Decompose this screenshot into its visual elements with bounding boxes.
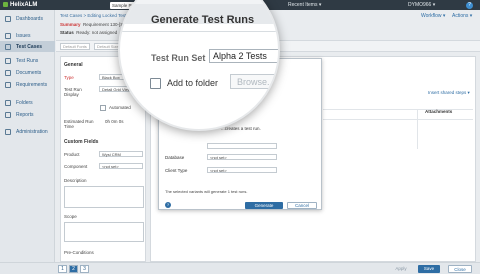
scope-label: Scope — [64, 214, 77, 219]
sidebar-item-folders[interactable]: Folders — [0, 97, 55, 108]
page-button[interactable]: 1 — [58, 265, 67, 273]
sidebar-item-label: Administration — [16, 129, 48, 135]
admin-icon — [5, 129, 11, 135]
dashboard-icon — [5, 16, 11, 22]
general-heading: General — [64, 62, 83, 68]
sidebar-item-label: Test Runs — [16, 58, 39, 64]
apply-button[interactable]: Apply — [392, 265, 410, 273]
requirement-icon — [5, 82, 11, 88]
description-label: Description — [64, 178, 87, 183]
sidebar: Dashboards Issues Test Cases Test Runs D… — [0, 10, 55, 274]
custom-fields-heading: Custom Fields — [64, 139, 99, 145]
sidebar-item-administration[interactable]: Administration — [0, 126, 55, 137]
actions-menu[interactable]: Actions ▾ — [452, 13, 472, 19]
component-select[interactable]: <not set> — [99, 163, 143, 169]
create-note: ...creates a test run. — [221, 126, 261, 131]
sidebar-item-label: Requirements — [16, 82, 48, 88]
sidebar-item-test-runs[interactable]: Test Runs — [0, 55, 55, 66]
automated-label: Automated — [109, 105, 131, 110]
status-label: Status — [60, 29, 74, 35]
grid-line — [323, 119, 473, 120]
browse-button[interactable]: Browse... — [230, 74, 278, 89]
summary-label: Summary — [60, 21, 81, 27]
automated-checkbox[interactable] — [100, 105, 106, 111]
help-icon[interactable]: ? — [466, 1, 473, 9]
test-run-set-select[interactable]: Alpha 2 Tests — [209, 49, 278, 63]
workflow-menu[interactable]: Workflow ▾ — [421, 13, 445, 19]
product-select[interactable]: Wysi CRM — [99, 151, 143, 157]
sidebar-item-label: Issues — [16, 33, 31, 39]
cancel-button[interactable]: Cancel — [287, 202, 317, 209]
component-label: Component — [64, 164, 88, 169]
type-label: Type — [64, 75, 74, 80]
test-case-icon — [5, 44, 11, 50]
app-root: HelixALM Sample Project Recent Items ▾ D… — [0, 0, 480, 274]
description-textarea[interactable] — [64, 186, 144, 208]
footer-note: The selected variants will generate 1 te… — [165, 189, 248, 194]
database-select[interactable]: <not set> — [207, 154, 277, 160]
sidebar-item-dashboards[interactable]: Dashboards — [0, 13, 55, 24]
font-select[interactable]: Default Fonts — [60, 43, 90, 50]
scope-textarea[interactable] — [64, 222, 144, 242]
sidebar-item-requirements[interactable]: Requirements — [0, 79, 55, 90]
display-label: Test Run Display — [64, 87, 82, 97]
close-button[interactable]: Close — [448, 265, 472, 273]
recent-items-menu[interactable]: Recent Items ▾ — [288, 2, 321, 8]
folder-icon — [5, 100, 11, 106]
client-type-select[interactable]: <not set> — [207, 167, 277, 173]
insert-shared-steps-menu[interactable]: Insert shared steps ▾ — [428, 90, 470, 96]
brand-logo[interactable]: HelixALM — [3, 2, 37, 8]
client-type-label: Client Type — [165, 168, 188, 173]
sidebar-item-label: Folders — [16, 100, 33, 106]
report-icon — [5, 112, 11, 118]
test-run-icon — [5, 58, 11, 64]
document-icon — [5, 70, 11, 76]
sidebar-item-reports[interactable]: Reports — [0, 109, 55, 120]
preconditions-label: Pre-Conditions — [64, 250, 94, 255]
sidebar-item-test-cases[interactable]: Test Cases — [0, 41, 55, 52]
generate-button[interactable]: Generate — [245, 202, 283, 209]
add-to-folder-checkbox[interactable] — [150, 78, 161, 89]
sidebar-item-label: Documents — [16, 70, 42, 76]
grid-line — [417, 109, 418, 149]
est-time-value[interactable]: 0h 0m 0s — [105, 119, 124, 124]
unlabeled-select[interactable] — [207, 143, 277, 149]
sidebar-item-documents[interactable]: Documents — [0, 67, 55, 78]
sidebar-item-label: Reports — [16, 112, 34, 118]
logo-icon — [3, 2, 8, 7]
status-value: Ready: not assigned — [76, 29, 118, 35]
sidebar-item-issues[interactable]: Issues — [0, 30, 55, 41]
sidebar-item-label: Dashboards — [16, 16, 43, 22]
page-button[interactable]: 3 — [80, 265, 89, 273]
page-button-selected[interactable]: 2 — [69, 265, 78, 273]
bottom-bar: 1 2 3 Apply Save Close — [0, 262, 480, 274]
add-to-folder-label: Add to folder — [167, 78, 219, 88]
est-time-label: Estimated Run Time — [64, 119, 94, 129]
brand-name: HelixALM — [10, 2, 38, 8]
dialog-title: Generate Test Runs — [151, 14, 255, 26]
database-label: Database — [165, 155, 185, 160]
issues-icon — [5, 33, 11, 39]
help-icon[interactable]: ? — [165, 202, 171, 208]
sidebar-item-label: Test Cases — [16, 44, 43, 50]
product-label: Product — [64, 152, 80, 157]
user-menu[interactable]: DYMO966 ▾ — [408, 2, 435, 8]
attachments-header: Attachments — [425, 109, 453, 114]
divider — [120, 31, 278, 32]
save-button[interactable]: Save — [418, 265, 440, 273]
test-run-set-label: Test Run Set — [151, 53, 206, 63]
